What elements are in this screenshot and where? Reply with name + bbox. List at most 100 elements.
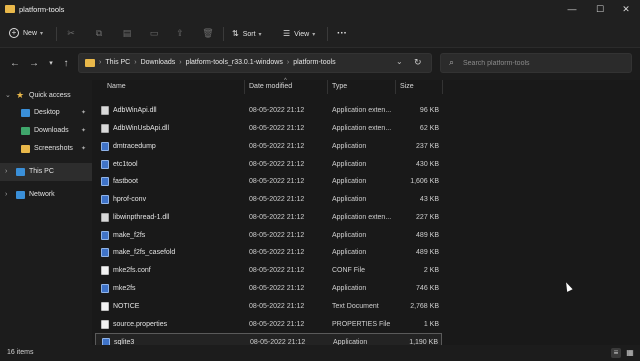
new-button[interactable]: + New ▾ (9, 26, 43, 41)
sidebar-item-this-pc[interactable]: › This PC (0, 163, 92, 181)
dll-file-icon (101, 213, 109, 222)
address-history-chevron-icon[interactable]: ⌄ (396, 57, 403, 66)
sidebar-item-label: Screenshots (34, 145, 73, 152)
sort-button[interactable]: ⇅ Sort ▾ (232, 26, 262, 41)
file-date: 08-05-2022 21:12 (249, 321, 305, 328)
search-box[interactable]: ⌕ (440, 53, 632, 73)
address-bar[interactable]: › This PC › Downloads › platform-tools_r33.0.… (78, 53, 432, 73)
table-row[interactable]: AdbWinApi.dll 08-05-2022 21:12 Applicati… (92, 102, 442, 119)
breadcrumb-this-pc[interactable]: This PC (105, 59, 130, 66)
star-icon: ★ (16, 90, 25, 100)
column-divider[interactable] (442, 80, 443, 94)
application-file-icon (101, 195, 109, 204)
table-row[interactable]: etc1tool 08-05-2022 21:12 Application 43… (92, 156, 442, 173)
pin-icon[interactable]: ✦ (81, 104, 86, 122)
chevron-right-icon: › (179, 59, 182, 66)
table-row[interactable]: hprof-conv 08-05-2022 21:12 Application … (92, 191, 442, 208)
breadcrumb-platform-tools[interactable]: platform-tools (293, 59, 335, 66)
file-type: Application exten... (332, 107, 392, 114)
back-arrow-icon[interactable]: ← (8, 57, 22, 71)
chevron-right-icon: › (99, 59, 102, 66)
pin-icon[interactable]: ✦ (81, 122, 86, 140)
file-date: 08-05-2022 21:12 (249, 107, 305, 114)
table-row[interactable]: dmtracedump 08-05-2022 21:12 Application… (92, 138, 442, 155)
chevron-down-icon: ⌄ (5, 92, 11, 99)
application-file-icon (101, 248, 109, 257)
table-row[interactable]: source.properties 08-05-2022 21:12 PROPE… (92, 316, 442, 333)
sidebar-item-label: This PC (29, 168, 54, 175)
column-divider[interactable] (244, 80, 245, 94)
chevron-down-icon: ▾ (312, 32, 316, 38)
table-row[interactable]: make_f2fs_casefold 08-05-2022 21:12 Appl… (92, 244, 442, 261)
breadcrumb-platform-tools-release[interactable]: platform-tools_r33.0.1-windows (186, 59, 283, 66)
sidebar-item-label: Downloads (34, 127, 69, 134)
refresh-icon[interactable]: ↻ (414, 57, 422, 68)
column-header-type[interactable]: Type (332, 83, 347, 90)
search-input[interactable] (463, 56, 623, 70)
file-size: 62 KB (419, 125, 439, 132)
dll-file-icon (101, 106, 109, 115)
file-name: NOTICE (113, 303, 140, 310)
table-row[interactable]: make_f2fs 08-05-2022 21:12 Application 4… (92, 227, 442, 244)
paste-icon[interactable]: ▤ (120, 27, 134, 40)
rename-icon[interactable]: ▭ (147, 27, 161, 40)
breadcrumb-downloads[interactable]: Downloads (141, 59, 176, 66)
text-file-icon (101, 266, 109, 275)
table-row[interactable]: mke2fs.conf 08-05-2022 21:12 CONF File 2… (92, 262, 442, 279)
cut-icon[interactable]: ✂ (64, 27, 78, 40)
more-options-button[interactable]: ··· (337, 26, 347, 41)
column-header-date[interactable]: Date modified (249, 83, 292, 90)
file-type: Application (332, 161, 367, 168)
file-date: 08-05-2022 21:12 (249, 125, 305, 132)
sidebar-item-downloads[interactable]: Downloads ✦ (0, 122, 92, 140)
maximize-button[interactable]: ☐ (588, 2, 612, 16)
file-type: Application (332, 143, 367, 150)
toolbar-divider (56, 27, 57, 41)
column-header-size[interactable]: Size (400, 83, 414, 90)
sidebar-item-quick-access[interactable]: ⌄ ★ Quick access (0, 87, 92, 105)
file-date: 08-05-2022 21:12 (249, 161, 305, 168)
share-icon[interactable]: ⇪ (173, 27, 187, 40)
column-divider[interactable] (395, 80, 396, 94)
chevron-right-icon: › (5, 191, 8, 198)
sidebar-item-desktop[interactable]: Desktop ✦ (0, 104, 92, 122)
chevron-right-icon: › (134, 59, 137, 66)
table-row[interactable]: fastboot 08-05-2022 21:12 Application 1,… (92, 173, 442, 190)
table-row[interactable]: AdbWinUsbApi.dll 08-05-2022 21:12 Applic… (92, 120, 442, 137)
sidebar-item-screenshots[interactable]: Screenshots ✦ (0, 140, 92, 158)
table-row[interactable]: NOTICE 08-05-2022 21:12 Text Document 2,… (92, 298, 442, 315)
desktop-icon (21, 109, 30, 117)
table-row[interactable]: libwinpthread-1.dll 08-05-2022 21:12 App… (92, 209, 442, 226)
file-name: make_f2fs (113, 232, 146, 239)
view-button[interactable]: ☰ View ▾ (283, 26, 315, 41)
tiles-view-icon[interactable]: ▦ (625, 348, 635, 358)
minimize-button[interactable]: — (560, 2, 584, 16)
up-arrow-icon[interactable]: ↑ (59, 57, 73, 71)
recent-locations-chevron-icon[interactable]: ▾ (44, 57, 58, 71)
close-button[interactable]: ✕ (614, 2, 638, 16)
item-count: 16 items (7, 349, 34, 356)
table-row[interactable]: mke2fs 08-05-2022 21:12 Application 746 … (92, 280, 442, 297)
status-bar: 16 items ≡ ▦ (0, 345, 640, 361)
title-bar: platform-tools — ☐ ✕ (0, 0, 640, 20)
file-date: 08-05-2022 21:12 (249, 232, 305, 239)
application-file-icon (101, 284, 109, 293)
file-name: AdbWinUsbApi.dll (113, 125, 170, 132)
application-file-icon (101, 231, 109, 240)
file-size: 227 KB (416, 214, 439, 221)
plus-icon: + (9, 28, 19, 39)
delete-icon[interactable]: 🗑 (201, 27, 215, 40)
details-view-icon[interactable]: ≡ (611, 348, 621, 358)
window-title: platform-tools (19, 5, 65, 14)
forward-arrow-icon[interactable]: → (27, 57, 41, 71)
column-header-name[interactable]: Name (107, 83, 126, 90)
copy-icon[interactable]: ⧉ (92, 27, 106, 40)
pin-icon[interactable]: ✦ (81, 140, 86, 158)
application-file-icon (101, 160, 109, 169)
file-type: PROPERTIES File (332, 321, 391, 328)
sidebar-item-network[interactable]: › Network (0, 186, 92, 204)
file-type: Text Document (332, 303, 379, 310)
text-file-icon (101, 302, 109, 311)
file-date: 08-05-2022 21:12 (249, 214, 305, 221)
column-divider[interactable] (327, 80, 328, 94)
